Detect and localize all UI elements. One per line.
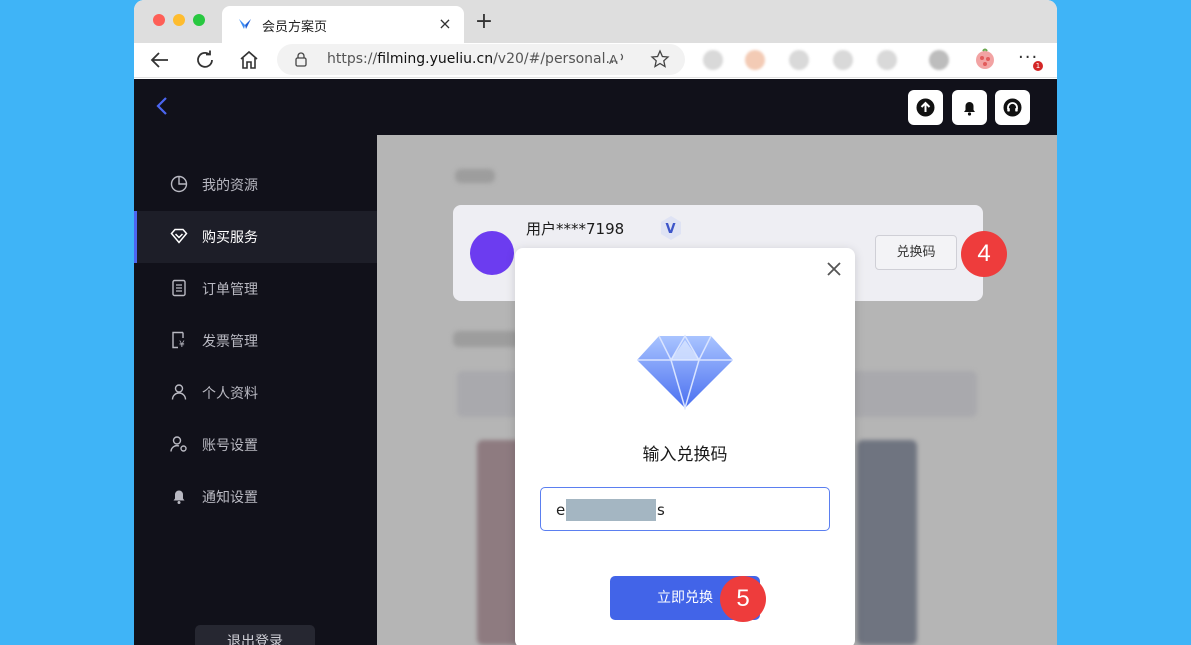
sidebar-item-purchase[interactable]: 购买服务 bbox=[134, 211, 377, 263]
tab-strip: 会员方案页 × + bbox=[134, 0, 1057, 43]
favorite-star-icon[interactable] bbox=[649, 48, 671, 70]
sidebar-item-invoices[interactable]: ¥ 发票管理 bbox=[134, 315, 377, 367]
blurred-image bbox=[857, 440, 917, 645]
pie-chart-icon bbox=[170, 175, 188, 193]
user-icon bbox=[171, 384, 187, 400]
read-aloud-icon[interactable]: A bbox=[607, 48, 629, 70]
sidebar-item-account-settings[interactable]: 账号设置 bbox=[134, 419, 377, 471]
back-arrow-icon[interactable] bbox=[154, 95, 170, 117]
bell-icon bbox=[964, 102, 975, 116]
svg-text:¥: ¥ bbox=[179, 340, 185, 349]
extension-icon[interactable] bbox=[833, 50, 853, 70]
tab-close-icon[interactable]: × bbox=[434, 13, 456, 35]
diamond-icon bbox=[637, 334, 733, 410]
redeem-code-input[interactable]: e s bbox=[540, 487, 830, 531]
avatar bbox=[470, 231, 514, 275]
step-marker-4: 4 bbox=[961, 231, 1007, 277]
extension-icon[interactable] bbox=[703, 50, 723, 70]
diamond-icon bbox=[170, 228, 188, 244]
notification-badge: 1 bbox=[1033, 61, 1043, 71]
username: 用户****7198 bbox=[526, 220, 625, 238]
browser-tab[interactable]: 会员方案页 × bbox=[222, 6, 464, 43]
sidebar-item-orders[interactable]: 订单管理 bbox=[134, 263, 377, 315]
sidebar-item-label: 订单管理 bbox=[202, 282, 258, 298]
headset-icon bbox=[1003, 98, 1022, 117]
code-redaction bbox=[566, 499, 656, 521]
blurred-heading bbox=[455, 169, 495, 183]
sidebar-item-label: 账号设置 bbox=[202, 438, 258, 454]
minimize-window-button[interactable] bbox=[173, 14, 185, 26]
sidebar-item-profile[interactable]: 个人资料 bbox=[134, 367, 377, 419]
sidebar-item-notifications[interactable]: 通知设置 bbox=[134, 471, 377, 523]
reload-icon[interactable] bbox=[193, 48, 217, 72]
code-text-start: e bbox=[556, 501, 566, 519]
site-logo-icon bbox=[239, 19, 251, 29]
extension-icon[interactable] bbox=[745, 50, 765, 70]
code-text-end: s bbox=[657, 501, 665, 519]
back-icon[interactable] bbox=[148, 48, 172, 72]
document-list-icon bbox=[172, 279, 186, 297]
lock-icon bbox=[295, 52, 307, 67]
maximize-window-button[interactable] bbox=[193, 14, 205, 26]
modal-title: 输入兑换码 bbox=[642, 445, 728, 465]
sidebar-item-label: 通知设置 bbox=[202, 490, 258, 506]
logout-button[interactable]: 退出登录 bbox=[195, 625, 315, 645]
invoice-icon: ¥ bbox=[172, 331, 185, 349]
url-text: https://filming.yueliu.cn/v20/#/personal… bbox=[327, 51, 619, 67]
new-tab-button[interactable]: + bbox=[472, 10, 496, 34]
sidebar-item-resources[interactable]: 我的资源 bbox=[134, 159, 377, 211]
vip-badge-icon: V bbox=[661, 216, 681, 240]
bell-icon bbox=[173, 490, 185, 504]
tab-title: 会员方案页 bbox=[262, 20, 328, 35]
extension-icon[interactable] bbox=[877, 50, 897, 70]
extension-icon[interactable] bbox=[929, 50, 949, 70]
user-settings-icon bbox=[170, 436, 187, 452]
browser-window: 会员方案页 × + https://filming.yueliu.cn/v20/… bbox=[134, 0, 1057, 645]
close-window-button[interactable] bbox=[153, 14, 165, 26]
home-icon[interactable] bbox=[237, 48, 261, 72]
blurred-heading bbox=[453, 331, 523, 347]
support-button[interactable] bbox=[995, 90, 1030, 125]
svg-text:A: A bbox=[609, 52, 618, 67]
sidebar-item-label: 我的资源 bbox=[202, 178, 258, 194]
address-bar[interactable]: https://filming.yueliu.cn/v20/#/personal… bbox=[277, 44, 685, 75]
upload-icon bbox=[916, 98, 935, 117]
redeem-code-button[interactable]: 兑换码 bbox=[875, 235, 957, 270]
sidebar: 我的资源 购买服务 订单管理 ¥ 发票管理 个人资料 账号设置 通知设置 退出登… bbox=[134, 135, 377, 645]
sidebar-item-label: 发票管理 bbox=[202, 334, 258, 350]
close-icon[interactable] bbox=[825, 260, 843, 278]
sidebar-item-label: 购买服务 bbox=[202, 230, 258, 246]
upload-button[interactable] bbox=[908, 90, 943, 125]
notifications-button[interactable] bbox=[952, 90, 987, 125]
step-marker-5: 5 bbox=[720, 576, 766, 622]
extension-icon[interactable] bbox=[789, 50, 809, 70]
sidebar-item-label: 个人资料 bbox=[202, 386, 258, 402]
svg-text:V: V bbox=[666, 222, 676, 237]
profile-avatar-icon[interactable] bbox=[972, 46, 998, 72]
redeem-modal: 输入兑换码 e s 立即兑换 bbox=[515, 248, 855, 645]
browser-toolbar: https://filming.yueliu.cn/v20/#/personal… bbox=[134, 43, 1057, 78]
